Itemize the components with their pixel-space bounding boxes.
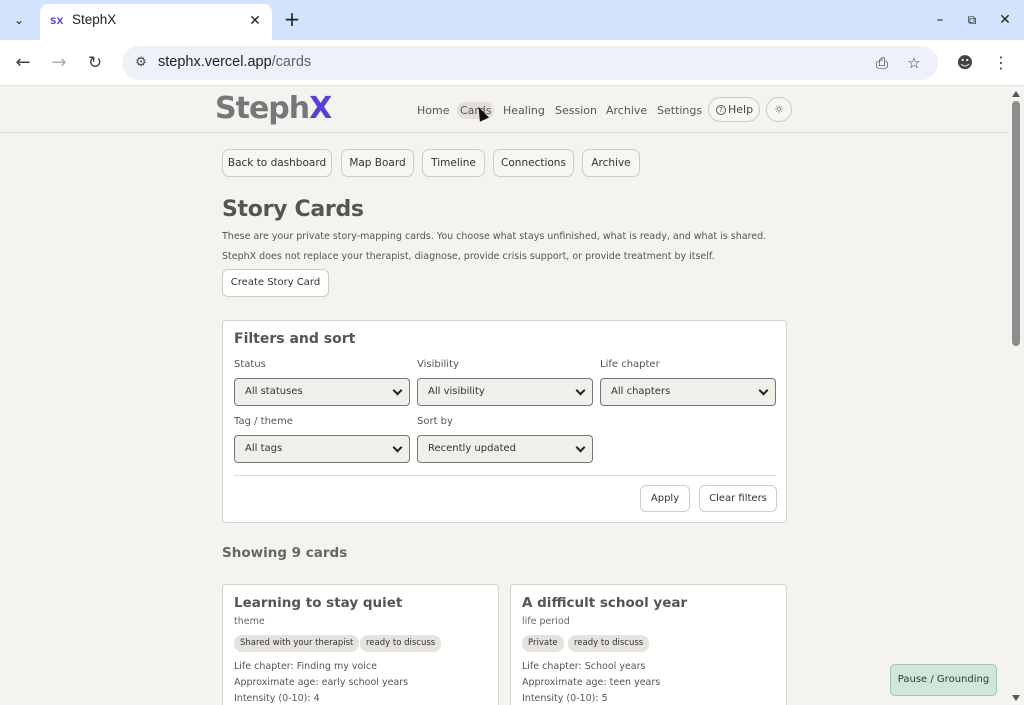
status-select[interactable]: All statuses bbox=[234, 378, 410, 406]
status-badge: ready to discuss bbox=[568, 635, 650, 652]
tag-label: Tag / theme bbox=[234, 416, 293, 427]
apply-button[interactable]: Apply bbox=[640, 485, 690, 512]
sort-select[interactable]: Recently updated bbox=[417, 435, 593, 463]
page-content: StephX Home Cards Healing Session Archiv… bbox=[0, 87, 1008, 705]
visibility-badge: Private bbox=[522, 635, 564, 652]
intro-text: These are your private story-mapping car… bbox=[222, 231, 767, 242]
card-title[interactable]: A difficult school year bbox=[522, 595, 687, 611]
clear-filters-button[interactable]: Clear filters bbox=[699, 485, 777, 512]
archive-button[interactable]: Archive bbox=[582, 149, 640, 177]
app-header: StephX Home Cards Healing Session Archiv… bbox=[0, 87, 1008, 133]
tag-select[interactable]: All tags bbox=[234, 435, 410, 463]
chevron-down-icon bbox=[392, 385, 403, 396]
browser-tab-bar: ⌄ SX StephX ✕ + – ⧉ ✕ bbox=[0, 0, 1024, 40]
nav-archive[interactable]: Archive bbox=[603, 102, 650, 119]
nav-session[interactable]: Session bbox=[552, 102, 600, 119]
tab-title: StephX bbox=[72, 12, 117, 27]
address-bar[interactable]: ⚙ stephx.vercel.app/cards ⎙ ☆ bbox=[122, 46, 938, 80]
browser-toolbar: ← → ↻ ⚙ stephx.vercel.app/cards ⎙ ☆ ☻ ⋮ bbox=[0, 40, 1024, 86]
chevron-down-icon bbox=[575, 442, 586, 453]
chevron-down-icon bbox=[758, 385, 769, 396]
restore-icon[interactable]: ⧉ bbox=[961, 9, 983, 31]
scroll-up-icon[interactable] bbox=[1012, 91, 1020, 97]
browser-tab[interactable]: SX StephX ✕ bbox=[40, 4, 272, 40]
results-count: Showing 9 cards bbox=[222, 545, 348, 561]
story-card[interactable]: A difficult school year life period Priv… bbox=[510, 584, 787, 705]
page-title: Story Cards bbox=[222, 197, 364, 222]
close-tab-icon[interactable]: ✕ bbox=[246, 12, 264, 30]
reload-icon[interactable]: ↻ bbox=[83, 51, 107, 75]
page-scrollbar[interactable] bbox=[1008, 87, 1024, 705]
nav-healing[interactable]: Healing bbox=[500, 102, 548, 119]
new-tab-icon[interactable]: + bbox=[281, 8, 303, 30]
site-info-icon[interactable]: ⚙ bbox=[132, 54, 150, 72]
card-type: theme bbox=[234, 616, 265, 627]
status-label: Status bbox=[234, 359, 266, 370]
story-card[interactable]: Learning to stay quiet theme Shared with… bbox=[222, 584, 499, 705]
profile-icon[interactable]: ☻ bbox=[954, 52, 976, 74]
card-age: Approximate age: teen years bbox=[522, 677, 661, 688]
favicon-icon: SX bbox=[50, 17, 64, 27]
menu-kebab-icon[interactable]: ⋮ bbox=[990, 52, 1012, 74]
minimize-icon[interactable]: – bbox=[929, 9, 951, 31]
forward-icon[interactable]: → bbox=[47, 51, 71, 75]
card-intensity: Intensity (0-10): 4 bbox=[234, 693, 320, 704]
connections-button[interactable]: Connections bbox=[493, 149, 574, 177]
nav-home[interactable]: Home bbox=[414, 102, 452, 119]
chapter-select[interactable]: All chapters bbox=[600, 378, 776, 406]
divider bbox=[234, 475, 776, 476]
scroll-thumb[interactable] bbox=[1012, 101, 1020, 346]
back-to-dashboard-button[interactable]: Back to dashboard bbox=[222, 149, 332, 177]
pause-grounding-button[interactable]: Pause / Grounding bbox=[890, 664, 997, 696]
url-text[interactable]: stephx.vercel.app/cards bbox=[158, 54, 311, 70]
visibility-label: Visibility bbox=[417, 359, 459, 370]
chapter-label: Life chapter bbox=[600, 359, 660, 370]
card-intensity: Intensity (0-10): 5 bbox=[522, 693, 608, 704]
help-button[interactable]: ? Help bbox=[708, 97, 760, 122]
chevron-down-icon bbox=[575, 385, 586, 396]
timeline-button[interactable]: Timeline bbox=[422, 149, 485, 177]
card-age: Approximate age: early school years bbox=[234, 677, 409, 688]
sort-label: Sort by bbox=[417, 416, 453, 427]
install-app-icon[interactable]: ⎙ bbox=[873, 54, 891, 72]
card-title[interactable]: Learning to stay quiet bbox=[234, 595, 402, 611]
filters-title: Filters and sort bbox=[234, 331, 356, 347]
visibility-badge: Shared with your therapist bbox=[234, 635, 360, 652]
card-type: life period bbox=[522, 616, 570, 627]
bookmark-star-icon[interactable]: ☆ bbox=[905, 54, 923, 72]
chevron-down-icon bbox=[392, 442, 403, 453]
card-chapter: Life chapter: Finding my voice bbox=[234, 661, 377, 672]
map-board-button[interactable]: Map Board bbox=[341, 149, 414, 177]
scroll-down-icon[interactable] bbox=[1012, 695, 1020, 701]
disclaimer-text: StephX does not replace your therapist, … bbox=[222, 251, 715, 262]
filters-panel: Filters and sort Status All statuses Vis… bbox=[222, 320, 787, 523]
back-icon[interactable]: ← bbox=[11, 51, 35, 75]
create-story-card-button[interactable]: Create Story Card bbox=[222, 269, 329, 297]
tab-search-icon[interactable]: ⌄ bbox=[7, 8, 31, 32]
help-icon: ? bbox=[716, 105, 726, 115]
visibility-select[interactable]: All visibility bbox=[417, 378, 593, 406]
nav-settings[interactable]: Settings bbox=[654, 102, 705, 119]
status-badge: ready to discuss bbox=[360, 635, 442, 652]
card-chapter: Life chapter: School years bbox=[522, 661, 646, 672]
stephx-logo[interactable]: StephX bbox=[215, 91, 332, 126]
close-window-icon[interactable]: ✕ bbox=[994, 9, 1016, 31]
theme-toggle-icon[interactable]: ☼ bbox=[766, 97, 792, 122]
